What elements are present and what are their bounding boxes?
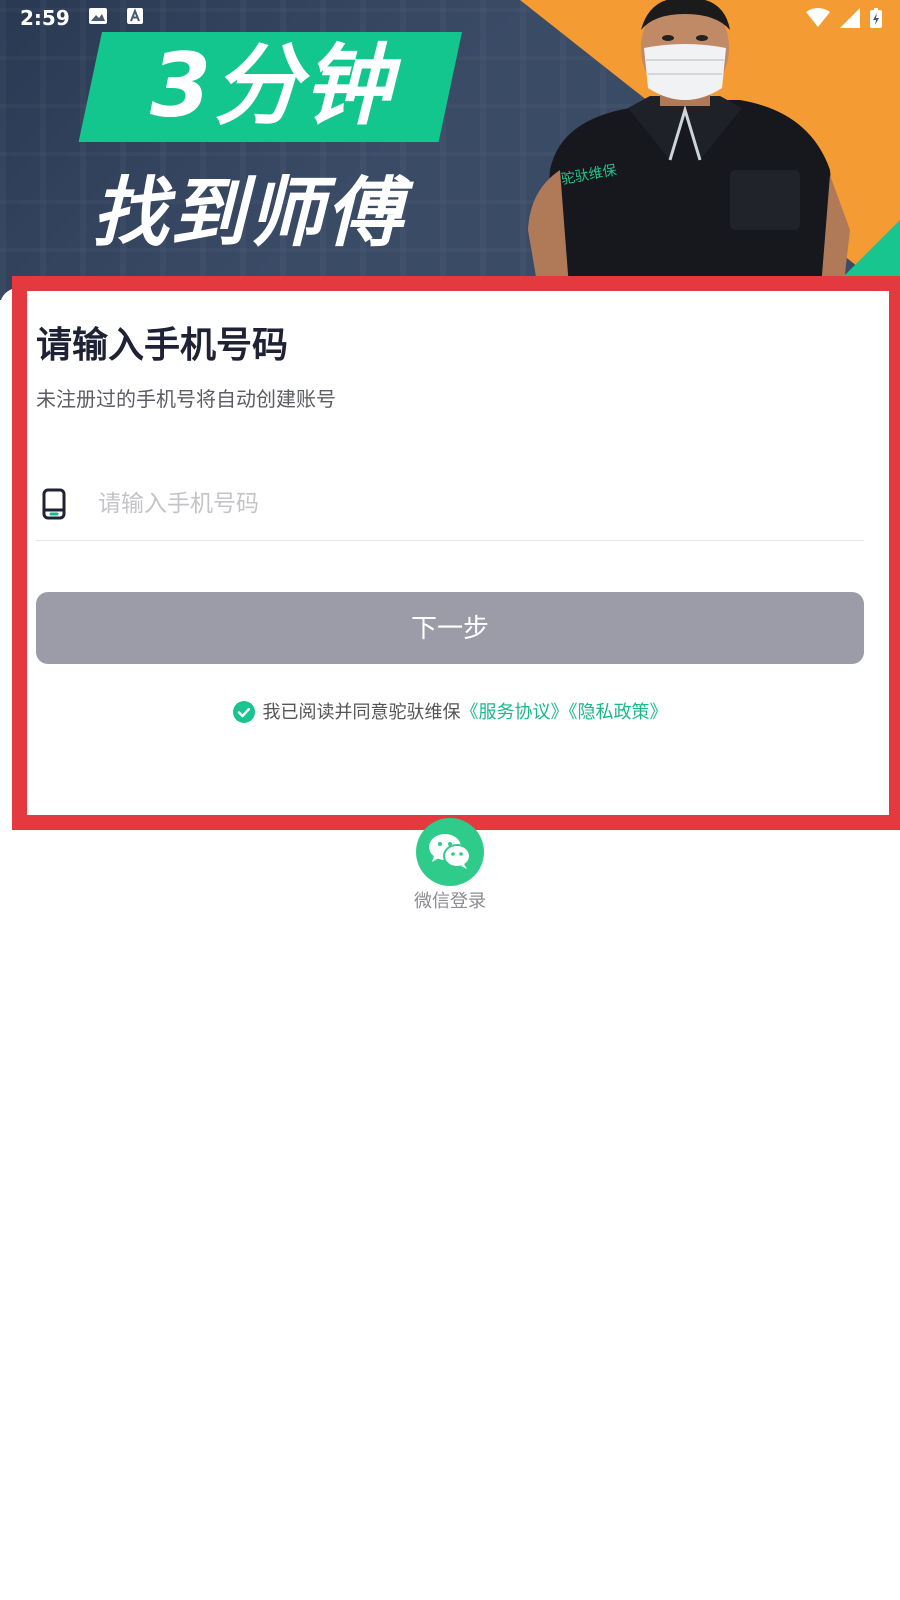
status-indicators: [806, 8, 882, 32]
phone-input-row: [36, 470, 864, 541]
wechat-login-label: 微信登录: [414, 891, 486, 912]
page-title: 请输入手机号码: [36, 325, 289, 366]
hero-banner: 3分钟 找到师傅 驼驮维保: [0, 0, 900, 300]
phone-number-input[interactable]: [96, 480, 840, 528]
status-bar: 2:59: [0, 0, 900, 36]
wechat-login-button[interactable]: [416, 818, 484, 886]
agreement-checkbox[interactable]: [232, 701, 255, 723]
signal-icon: [840, 8, 860, 32]
wechat-icon: [429, 834, 471, 869]
battery-icon: [870, 8, 882, 32]
page-subtitle: 未注册过的手机号将自动创建账号: [36, 387, 336, 411]
wifi-icon: [806, 8, 830, 32]
slogan-line-2: 找到师傅: [92, 168, 404, 257]
service-agreement-link[interactable]: 《服务协议》: [461, 702, 569, 723]
worker-illustration: 驼驮维保: [528, 0, 850, 300]
agreement-row: 我已阅读并同意驼驮维保《服务协议》《隐私政策》: [0, 698, 900, 728]
font-notification-icon: [126, 7, 144, 29]
status-time: 2:59: [20, 6, 70, 30]
phone-icon: [42, 488, 66, 520]
next-step-button[interactable]: 下一步: [36, 592, 864, 664]
privacy-policy-link[interactable]: 《隐私政策》: [569, 702, 668, 723]
agreement-text: 我已阅读并同意驼驮维保: [262, 702, 461, 723]
image-notification-icon: [88, 7, 108, 29]
slogan-line-1: 3分钟: [150, 34, 394, 137]
